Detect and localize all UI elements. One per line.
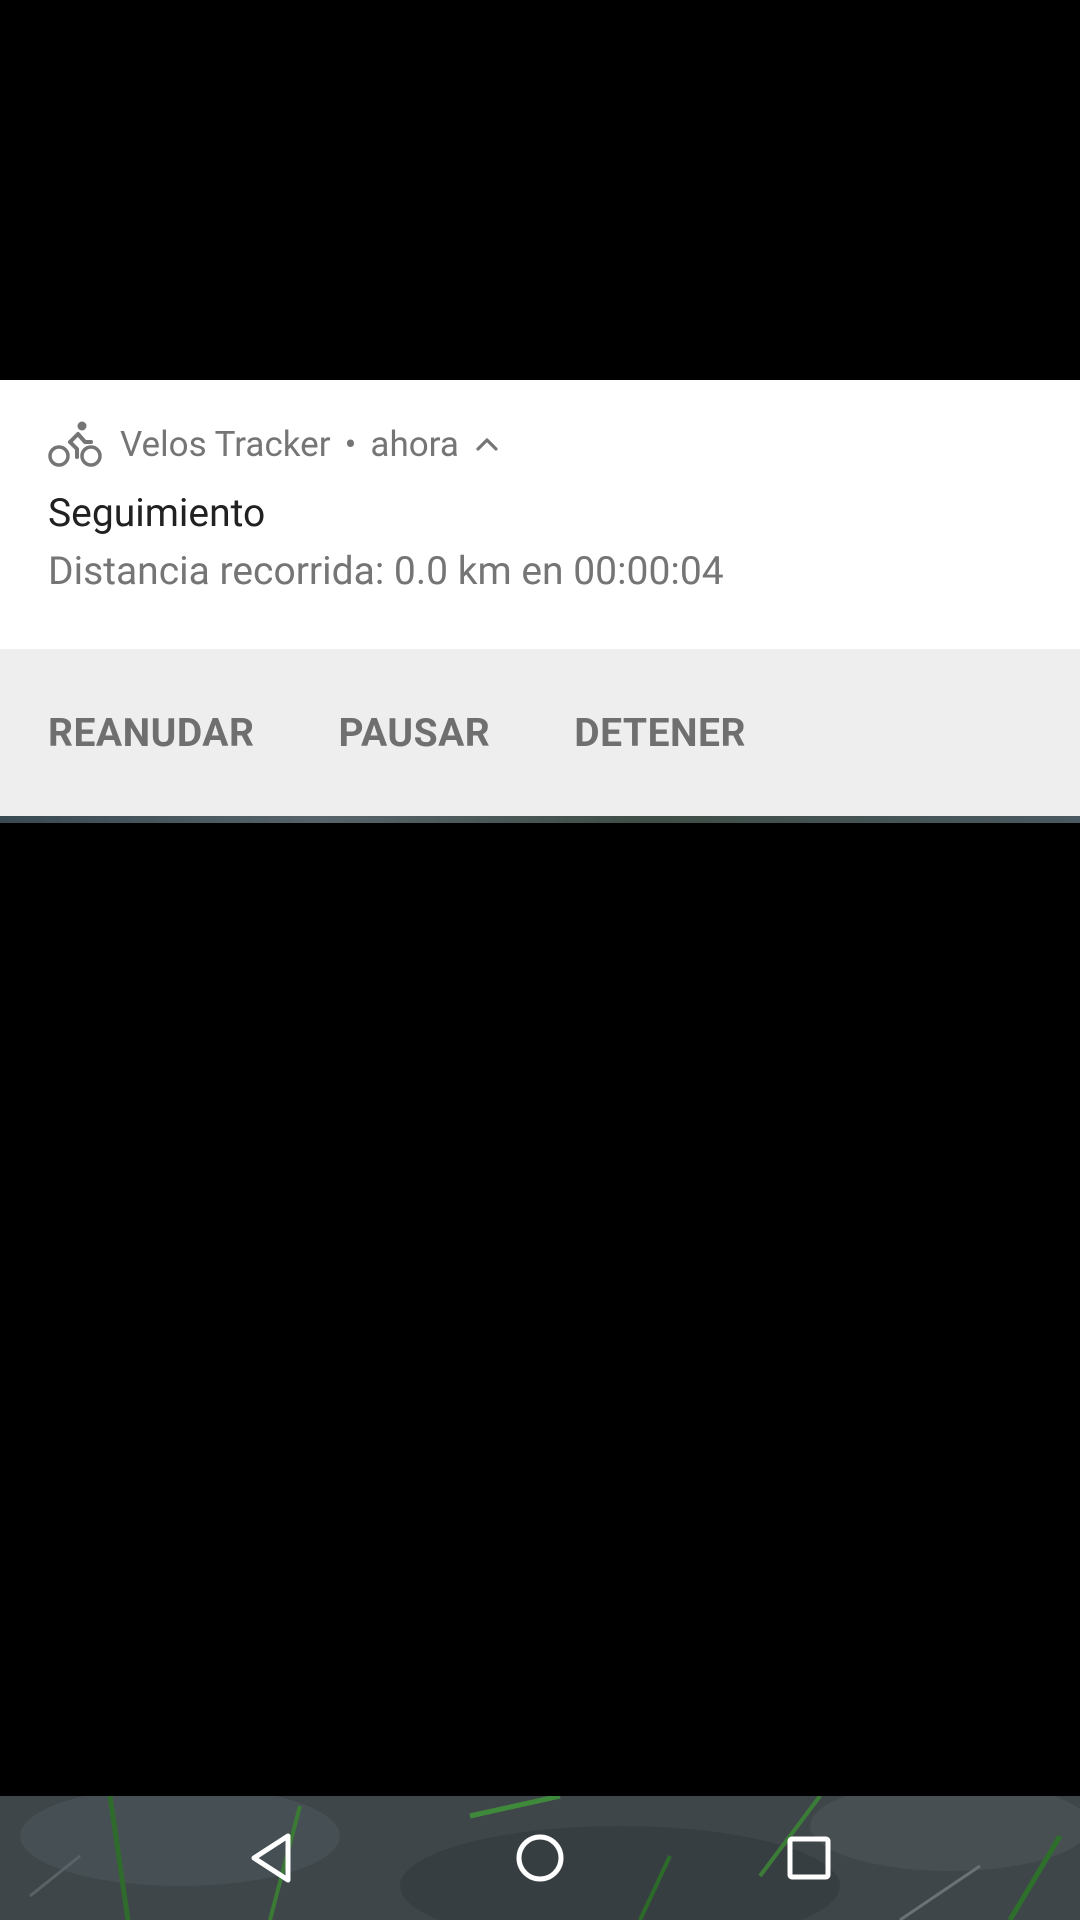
- bicycle-rider-icon: [48, 420, 102, 468]
- pause-button[interactable]: PAUSAR: [338, 710, 490, 756]
- dimmed-background-bottom: [0, 823, 1080, 1796]
- notification-title: Seguimiento: [48, 490, 266, 536]
- wallpaper-strip: [0, 816, 1080, 823]
- header-separator: •: [344, 423, 357, 465]
- notification-content[interactable]: Velos Tracker • ahora Seguimiento Distan…: [0, 380, 1080, 649]
- stop-button[interactable]: DETENER: [574, 710, 746, 756]
- home-circle-icon[interactable]: [500, 1818, 580, 1898]
- notification-time: ahora: [370, 423, 459, 465]
- resume-button[interactable]: REANUDAR: [48, 710, 254, 756]
- app-name: Velos Tracker: [120, 423, 331, 465]
- dimmed-background-top: [0, 0, 1080, 380]
- chevron-up-icon[interactable]: [473, 430, 501, 458]
- navigation-bar: [0, 1796, 1080, 1920]
- notification-actions: REANUDAR PAUSAR DETENER: [0, 649, 1080, 816]
- back-triangle-icon[interactable]: [232, 1818, 312, 1898]
- notification-text: Distancia recorrida: 0.0 km en 00:00:04: [48, 548, 724, 594]
- notification-header: Velos Tracker • ahora: [48, 418, 501, 470]
- recents-square-icon[interactable]: [769, 1818, 849, 1898]
- screen: Velos Tracker • ahora Seguimiento Distan…: [0, 0, 1080, 1920]
- notification-card[interactable]: Velos Tracker • ahora Seguimiento Distan…: [0, 380, 1080, 816]
